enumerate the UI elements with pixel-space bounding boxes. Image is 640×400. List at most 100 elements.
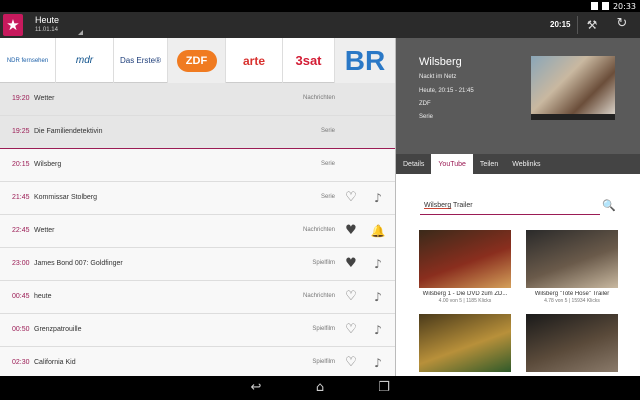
- back-icon[interactable]: ↩: [246, 380, 266, 396]
- video-item[interactable]: [419, 314, 511, 372]
- program-row[interactable]: 22:45 Wetter Nachrichten ♥ 🔔: [0, 215, 395, 248]
- search-query-word: Wilsberg: [424, 202, 452, 209]
- channel-ndr[interactable]: NDR fernsehen: [0, 38, 56, 83]
- favorite-icon[interactable]: ♡: [343, 355, 359, 371]
- details-title: Wilsberg: [419, 56, 462, 68]
- program-row[interactable]: 20:15 Wilsberg Serie: [0, 149, 395, 182]
- refresh-icon[interactable]: ↻: [615, 17, 629, 31]
- program-title: heute: [34, 293, 52, 300]
- video-thumbnail[interactable]: [419, 230, 511, 288]
- channel-das-erste[interactable]: Das Erste®: [114, 38, 168, 83]
- app-logo-icon[interactable]: ★: [3, 14, 23, 36]
- channel-logos-strip: [531, 114, 615, 120]
- navigation-bar: ↩ ⌂ ❐: [0, 376, 640, 400]
- details-header: Wilsberg Nackt im Netz Heute, 20:15 - 21…: [396, 38, 640, 154]
- program-genre: Nachrichten: [302, 293, 335, 299]
- reminder-icon[interactable]: ♪: [370, 256, 386, 272]
- program-time: 23:00: [12, 260, 30, 267]
- youtube-search-input[interactable]: Wilsberg Trailer: [424, 202, 473, 209]
- channel-zdf-logo: ZDF: [176, 49, 217, 72]
- reminder-icon[interactable]: ♪: [370, 322, 386, 338]
- program-title: California Kid: [34, 359, 76, 366]
- search-query-rest: Trailer: [451, 202, 473, 209]
- program-time: 22:45: [12, 227, 30, 234]
- day-selector[interactable]: Heute: [35, 15, 59, 25]
- favorite-icon[interactable]: ♥: [343, 223, 359, 239]
- reminder-icon[interactable]: ♪: [370, 289, 386, 305]
- program-time: 21:45: [12, 194, 30, 201]
- program-list: 19:20 Wetter Nachrichten 19:25 Die Familiend…: [0, 83, 395, 380]
- program-row[interactable]: 19:25 Die Familiendetektivin Serie: [0, 116, 395, 149]
- program-time: 19:25: [12, 128, 30, 135]
- details-panel: Wilsberg Nackt im Netz Heute, 20:15 - 21…: [395, 38, 640, 376]
- program-genre: Spielfilm: [312, 359, 335, 365]
- status-bar: 20:33: [0, 0, 640, 12]
- video-meta: 4.78 von 5 | 15934 Klicks: [544, 298, 600, 304]
- channel-bar: NDR fernsehen mdr Das Erste® ZDF arte 3s…: [0, 38, 395, 83]
- filter-icon[interactable]: ⚒: [585, 18, 599, 32]
- video-thumbnail[interactable]: [526, 230, 618, 288]
- video-thumbnail[interactable]: [419, 314, 511, 372]
- tab-weblinks[interactable]: Weblinks: [505, 154, 547, 174]
- program-time: 19:20: [12, 95, 30, 102]
- search-icon[interactable]: 🔍: [602, 199, 616, 212]
- day-date: 11.01.14: [35, 27, 58, 33]
- program-title: Wetter: [34, 95, 55, 102]
- battery-icon: [601, 2, 609, 10]
- favorite-icon[interactable]: ♡: [343, 289, 359, 305]
- program-title: Wilsberg: [34, 161, 62, 168]
- program-time: 02:30: [12, 359, 30, 366]
- dropdown-arrow-icon[interactable]: [78, 30, 83, 35]
- program-row[interactable]: 00:50 Grenzpatrouille Spielfilm ♡ ♪: [0, 314, 395, 347]
- video-title[interactable]: Wilsberg 1 - Die DVD zum ZD...: [419, 291, 511, 297]
- program-genre: Spielfilm: [312, 260, 335, 266]
- video-thumbnail[interactable]: [526, 314, 618, 372]
- program-genre: Spielfilm: [312, 326, 335, 332]
- reminder-icon[interactable]: ♪: [370, 190, 386, 206]
- search-underline: [420, 214, 600, 215]
- wifi-icon: [590, 2, 598, 10]
- video-item[interactable]: Wilsberg "Tote Hose" Trailer 4.78 von 5 |…: [526, 230, 618, 304]
- program-genre: Nachrichten: [302, 227, 335, 233]
- program-row[interactable]: 19:20 Wetter Nachrichten: [0, 83, 395, 116]
- tab-details[interactable]: Details: [396, 154, 431, 174]
- reminder-icon[interactable]: ♪: [370, 355, 386, 371]
- video-meta: 4.00 von 5 | 1185 Klicks: [438, 298, 492, 304]
- tab-teilen[interactable]: Teilen: [473, 154, 505, 174]
- channel-3sat[interactable]: 3sat: [283, 38, 335, 83]
- favorite-icon[interactable]: ♥: [343, 256, 359, 272]
- details-time: Heute, 20:15 - 21:45: [419, 88, 474, 94]
- program-row[interactable]: 00:45 heute Nachrichten ♡ ♪: [0, 281, 395, 314]
- time-selector[interactable]: 20:15: [550, 20, 570, 29]
- channel-br[interactable]: BR: [335, 38, 395, 83]
- recent-apps-icon[interactable]: ❐: [374, 380, 394, 396]
- video-item[interactable]: Wilsberg 1 - Die DVD zum ZD... 4.00 von 5…: [419, 230, 511, 304]
- video-title[interactable]: Wilsberg "Tote Hose" Trailer: [526, 291, 618, 297]
- program-genre: Nachrichten: [302, 95, 335, 101]
- app-screen: 20:33 ★ Heute 11.01.14 20:15 ⚒ ↻ NDR fer…: [0, 0, 640, 400]
- favorite-icon[interactable]: ♡: [343, 190, 359, 206]
- action-bar: ★ Heute 11.01.14 20:15 ⚒ ↻: [0, 12, 640, 38]
- program-genre: Serie: [320, 128, 335, 134]
- program-time: 00:45: [12, 293, 30, 300]
- channel-mdr[interactable]: mdr: [56, 38, 114, 83]
- details-channel: ZDF: [419, 101, 431, 107]
- program-title: Grenzpatrouille: [34, 326, 82, 333]
- video-item[interactable]: [526, 314, 618, 372]
- details-thumbnail[interactable]: [531, 56, 615, 114]
- program-genre: Serie: [320, 161, 335, 167]
- reminder-icon[interactable]: 🔔: [370, 223, 386, 239]
- program-row[interactable]: 23:00 James Bond 007: Goldfinger Spielfilm…: [0, 248, 395, 281]
- program-genre: Serie: [320, 194, 335, 200]
- status-time: 20:33: [612, 1, 636, 11]
- program-row[interactable]: 21:45 Kommissar Stolberg Serie ♡ ♪: [0, 182, 395, 215]
- home-icon[interactable]: ⌂: [310, 380, 330, 396]
- divider: [577, 16, 578, 34]
- tab-youtube[interactable]: YouTube: [431, 154, 473, 174]
- program-time: 20:15: [12, 161, 30, 168]
- channel-zdf[interactable]: ZDF: [168, 38, 226, 83]
- details-genre: Serie: [419, 114, 434, 120]
- channel-arte[interactable]: arte: [226, 38, 283, 83]
- favorite-icon[interactable]: ♡: [343, 322, 359, 338]
- program-title: Wetter: [34, 227, 55, 234]
